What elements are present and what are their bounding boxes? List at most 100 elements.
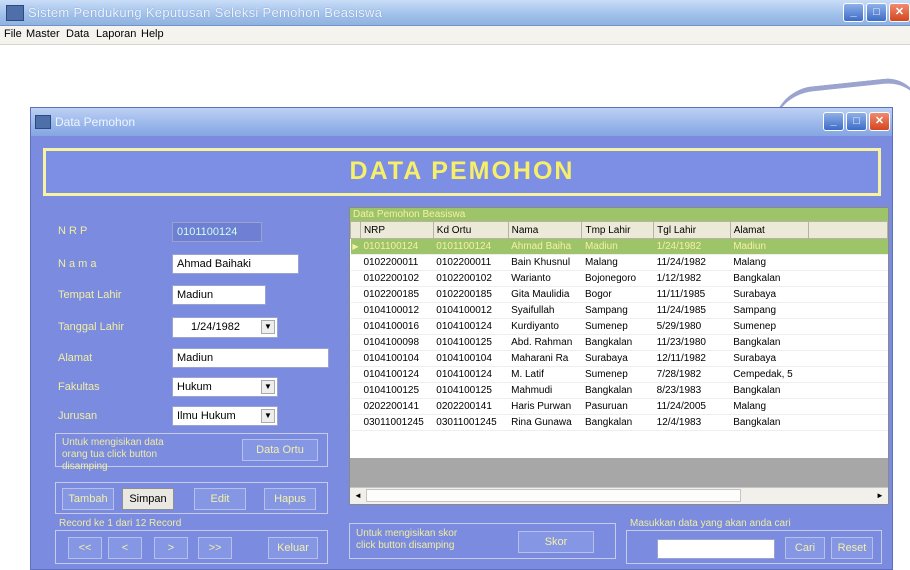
grid-cell[interactable]: Bojonegoro [581, 270, 654, 287]
tambah-button[interactable]: Tambah [62, 488, 114, 510]
menu-file[interactable]: File [4, 28, 22, 40]
table-row[interactable]: 0104100016 0104100124 Kurdiyanto Sumenep 5/2… [350, 318, 888, 335]
child-maximize-button[interactable]: □ [846, 112, 867, 131]
grid-cell[interactable]: Rina Gunawa [508, 414, 582, 431]
child-minimize-button[interactable]: _ [823, 112, 844, 131]
grid-cell[interactable]: 0102200011 [360, 254, 434, 271]
table-row[interactable]: 0104100012 0104100012 Syaifullah Sampang 11/… [350, 302, 888, 319]
chevron-down-icon[interactable]: ▼ [261, 380, 275, 394]
grid-cell[interactable] [808, 286, 888, 303]
grid-cell[interactable]: 03011001245 [433, 414, 509, 431]
column-header-nrp[interactable]: NRP [359, 221, 434, 239]
grid-cell[interactable]: Maharani Ra [508, 350, 582, 367]
table-row[interactable]: 0102200185 0102200185 Gita Maulidia Bogor 11… [350, 286, 888, 303]
grid-horizontal-scrollbar[interactable]: ◄ ► [350, 487, 888, 504]
grid-cell[interactable]: 0202200141 [360, 398, 434, 415]
table-row[interactable]: 0104100098 0104100125 Abd. Rahman Bangkalan… [350, 334, 888, 351]
grid-cell[interactable]: 12/4/1983 [653, 414, 731, 431]
alamat-field[interactable]: Madiun [172, 348, 329, 368]
grid-cell[interactable]: Sampang [730, 302, 809, 319]
grid-cell[interactable]: Malang [730, 398, 809, 415]
grid-cell[interactable]: 0104100125 [360, 382, 434, 399]
reset-button[interactable]: Reset [831, 537, 873, 559]
table-row[interactable]: 03011001245 03011001245 Rina Gunawa Bangkal… [350, 414, 888, 431]
grid-cell[interactable]: Syaifullah [508, 302, 582, 319]
grid-cell[interactable]: Surabaya [730, 286, 809, 303]
menu-laporan[interactable]: Laporan [96, 28, 136, 40]
cari-button[interactable]: Cari [785, 537, 825, 559]
column-header-alamat[interactable]: Alamat [729, 221, 810, 239]
grid-cell[interactable]: 0104100104 [433, 350, 509, 367]
grid-cell[interactable]: Sumenep [581, 366, 654, 383]
menu-help[interactable]: Help [141, 28, 164, 40]
grid-cell[interactable]: Madiun [581, 238, 654, 255]
grid-cell[interactable]: Pasuruan [581, 398, 654, 415]
grid-cell[interactable] [808, 334, 888, 351]
grid-cell[interactable]: 11/23/1980 [653, 334, 731, 351]
grid-cell[interactable]: 03011001245 [360, 414, 434, 431]
grid-cell[interactable] [808, 350, 888, 367]
grid-cell[interactable]: Sampang [581, 302, 654, 319]
column-header-nama[interactable]: Nama [507, 221, 583, 239]
grid-cell[interactable]: Warianto [508, 270, 582, 287]
column-header-kd-ortu[interactable]: Kd Ortu [432, 221, 509, 239]
grid-cell[interactable]: 0104100016 [360, 318, 434, 335]
grid-cell[interactable]: Gita Maulidia [508, 286, 582, 303]
grid-cell[interactable] [808, 414, 888, 431]
first-record-button[interactable]: << [68, 537, 102, 559]
grid-cell[interactable]: Bangkalan [581, 382, 654, 399]
grid-cell[interactable]: Ahmad Baiha [508, 238, 582, 255]
grid-cell[interactable]: 11/24/2005 [653, 398, 731, 415]
grid-cell[interactable]: Bogor [581, 286, 654, 303]
grid-cell[interactable]: 11/24/1982 [653, 254, 731, 271]
grid-cell[interactable]: Mahmudi [508, 382, 582, 399]
tempat-lahir-field[interactable]: Madiun [172, 285, 266, 305]
grid-cell[interactable]: Bangkalan [730, 334, 809, 351]
grid-cell[interactable] [808, 318, 888, 335]
last-record-button[interactable]: >> [198, 537, 232, 559]
grid-cell[interactable]: Malang [581, 254, 654, 271]
app-close-button[interactable]: ✕ [889, 3, 910, 22]
grid-cell[interactable] [808, 398, 888, 415]
grid-cell[interactable] [808, 382, 888, 399]
grid-cell[interactable]: 0104100124 [360, 366, 434, 383]
grid-cell[interactable]: 11/11/1985 [653, 286, 731, 303]
grid-cell[interactable]: Bangkalan [730, 270, 809, 287]
jurusan-select[interactable]: Ilmu Hukum ▼ [172, 406, 278, 426]
grid-cell[interactable] [808, 366, 888, 383]
grid-cell[interactable]: 0104100125 [433, 382, 509, 399]
grid-cell[interactable] [808, 302, 888, 319]
grid-cell[interactable]: 7/28/1982 [653, 366, 731, 383]
grid-cell[interactable]: Bangkalan [730, 414, 809, 431]
grid-cell[interactable]: Cempedak, 5 [730, 366, 809, 383]
next-record-button[interactable]: > [154, 537, 188, 559]
grid-cell[interactable]: 0104100012 [433, 302, 509, 319]
grid-cell[interactable]: 0104100125 [433, 334, 509, 351]
grid-cell[interactable]: 0102200102 [433, 270, 509, 287]
search-input[interactable] [657, 539, 775, 559]
grid-cell[interactable]: 0101100124 [360, 238, 434, 255]
grid-cell[interactable]: 11/24/1985 [653, 302, 731, 319]
grid-cell[interactable]: Bain Khusnul [508, 254, 582, 271]
grid-cell[interactable]: Kurdiyanto [508, 318, 582, 335]
table-row[interactable]: 0104100104 0104100104 Maharani Ra Surabaya 1… [350, 350, 888, 367]
grid-cell[interactable]: 1/12/1982 [653, 270, 731, 287]
column-header-tmp-lahir[interactable]: Tmp Lahir [581, 221, 655, 239]
fakultas-select[interactable]: Hukum ▼ [172, 377, 278, 397]
grid-cell[interactable]: 0104100124 [433, 318, 509, 335]
scroll-left-icon[interactable]: ◄ [351, 489, 365, 502]
grid-cell[interactable]: 0102200185 [360, 286, 434, 303]
grid-cell[interactable]: 12/11/1982 [653, 350, 731, 367]
table-row[interactable]: 0104100124 0104100124 M. Latif Sumenep 7/28/… [350, 366, 888, 383]
table-row[interactable]: 0202200141 0202200141 Haris Purwan Pasuruan… [350, 398, 888, 415]
edit-button[interactable]: Edit [194, 488, 246, 510]
child-close-button[interactable]: ✕ [869, 112, 890, 131]
prev-record-button[interactable]: < [108, 537, 142, 559]
chevron-down-icon[interactable]: ▼ [261, 409, 275, 423]
grid-cell[interactable]: 1/24/1982 [653, 238, 731, 255]
nrp-field[interactable]: 0101100124 [172, 222, 262, 242]
column-header-tgl-lahir[interactable]: Tgl Lahir [653, 221, 731, 239]
grid-cell[interactable]: Bangkalan [730, 382, 809, 399]
grid-cell[interactable]: Haris Purwan [508, 398, 582, 415]
grid-cell[interactable]: Bangkalan [581, 334, 654, 351]
